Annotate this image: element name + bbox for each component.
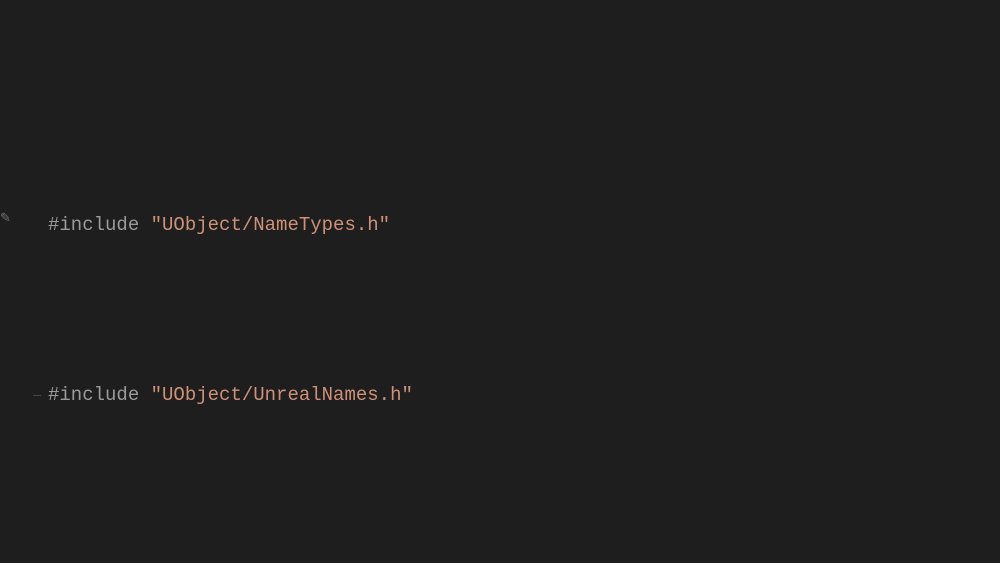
code-line[interactable]: #include "UObject/NameTypes.h": [0, 208, 1000, 242]
code-text: #include "UObject/NameTypes.h": [30, 208, 390, 242]
code-text: #include "UObject/UnrealNames.h": [30, 378, 413, 412]
code-line[interactable]: #include "UObject/UnrealNames.h": [0, 378, 1000, 412]
code-editor[interactable]: ✎ #include "UObject/NameTypes.h" #includ…: [0, 0, 1000, 563]
code-line[interactable]: [0, 548, 1000, 563]
